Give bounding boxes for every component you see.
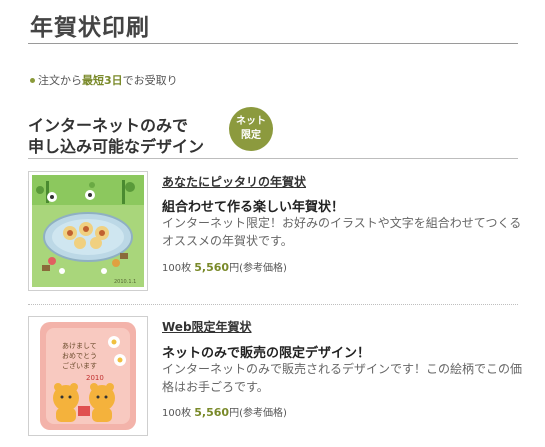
product-thumbnail[interactable]: 2010.1.1 (28, 171, 148, 291)
net-limited-badge: ネット 限定 (229, 107, 273, 151)
tiger-card-illustration: あけまして おめでとう ございます 2010 (32, 320, 144, 432)
title-divider (28, 43, 518, 44)
order-note-highlight: 最短3日 (82, 74, 123, 87)
price-count: 100枚 (162, 263, 192, 274)
thumb-greeting-line3: ございます (62, 361, 97, 370)
product-description: インターネット限定！お好みのイラストや文字を組合わせてつくるオススメの年賀状です… (162, 216, 522, 248)
price-unit: 円(参考価格) (229, 263, 287, 274)
thumb-caption: 2010.1.1 (114, 279, 136, 285)
section-heading-line1: インターネットのみで (28, 116, 189, 135)
price-unit: 円(参考価格) (229, 408, 287, 419)
product-thumbnail[interactable]: あけまして おめでとう ございます 2010 (28, 316, 148, 436)
product-link[interactable]: Web限定年賀状 (162, 318, 252, 335)
product-item: あけまして おめでとう ございます 2010 Web限定年賀状 ネットのみで販売… (28, 316, 523, 438)
order-note-suffix: でお受取り (122, 74, 178, 87)
product-link[interactable]: あなたにピッタリの年賀状 (162, 173, 306, 190)
product-headline: ネットのみで販売の限定デザイン！ (162, 346, 371, 361)
product-price: 100枚 5,560円(参考価格) (162, 259, 287, 274)
product-divider (28, 304, 518, 305)
order-note-prefix: 注文から (38, 74, 82, 87)
product-price: 100枚 5,560円(参考価格) (162, 404, 287, 419)
bullet-icon (30, 77, 35, 83)
thumb-greeting-line2: おめでとう (62, 352, 97, 360)
order-note: 注文から最短3日でお受取り (30, 72, 178, 88)
section-heading: インターネットのみで 申し込み可能なデザイン (28, 115, 204, 157)
price-amount: 5,560 (194, 406, 230, 419)
product-item: 2010.1.1 あなたにピッタリの年賀状 組合わせて作る楽しい年賀状！ インタ… (28, 171, 522, 293)
badge-line1: ネット (236, 116, 266, 127)
thumb-year: 2010 (86, 374, 104, 382)
section-heading-line2: 申し込み可能なデザイン (28, 137, 205, 156)
page-title: 年賀状印刷 (30, 15, 150, 41)
badge-line2: 限定 (241, 130, 261, 141)
thumb-greeting-line1: あけまして (62, 342, 97, 350)
price-count: 100枚 (162, 408, 192, 419)
price-amount: 5,560 (194, 261, 230, 274)
forest-pond-illustration: 2010.1.1 (32, 175, 144, 287)
section-divider (28, 158, 518, 159)
product-description: インターネットのみで販売されるデザインです！この絵柄でこの価格はお手ごろです。 (162, 362, 523, 394)
product-headline: 組合わせて作る楽しい年賀状！ (162, 200, 345, 215)
